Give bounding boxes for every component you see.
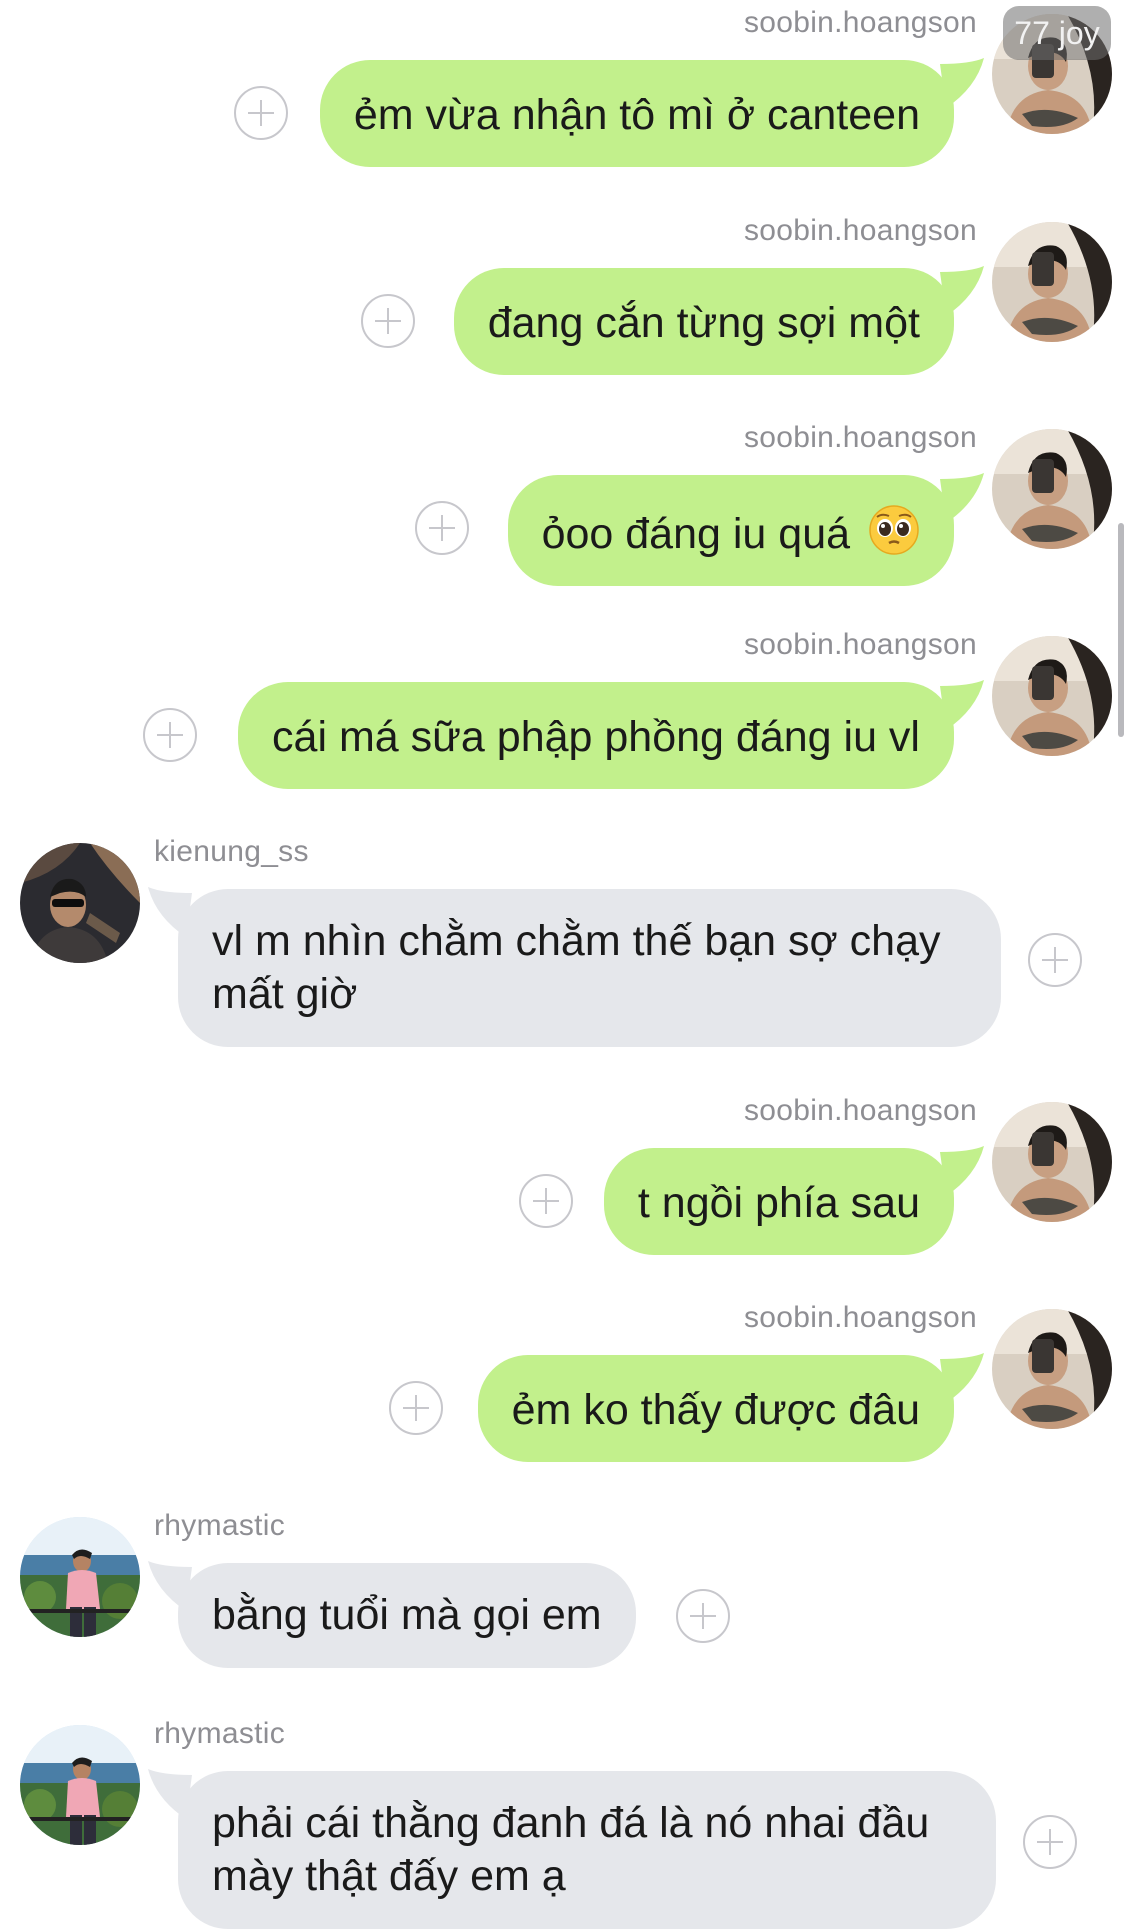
message-row: rhymastic phải cái thằng đanh đá là nó n…	[0, 1717, 1134, 1929]
message-row: soobin.hoangson ỏoo đáng iu quá	[0, 421, 1134, 586]
avatar-photo-icon	[992, 222, 1112, 342]
sender-avatar[interactable]	[992, 222, 1112, 342]
add-reaction-icon[interactable]	[1028, 933, 1082, 987]
message-row: soobin.hoangson cái má sữa phập phồng đá…	[0, 628, 1134, 789]
message-bubble[interactable]: đang cắn từng sợi một	[453, 266, 984, 375]
sender-username[interactable]: soobin.hoangson	[744, 628, 977, 662]
add-reaction-icon[interactable]	[234, 86, 288, 140]
message-text: phải cái thằng đanh đá là nó nhai đầu mà…	[212, 1799, 930, 1900]
bubble-tail-icon	[940, 1146, 984, 1196]
bubble-tail-icon	[940, 1353, 984, 1403]
sender-username[interactable]: soobin.hoangson	[744, 6, 977, 40]
message-bubble[interactable]: bằng tuổi mà gọi em	[148, 1561, 636, 1668]
avatar-photo-icon	[992, 1102, 1112, 1222]
message-bubble[interactable]: phải cái thằng đanh đá là nó nhai đầu mà…	[148, 1769, 996, 1929]
sender-avatar[interactable]	[20, 1517, 140, 1637]
sender-username[interactable]: soobin.hoangson	[744, 421, 977, 455]
top-overlay-badge: 77 joy	[1003, 6, 1111, 60]
add-reaction-icon[interactable]	[389, 1381, 443, 1435]
message-bubble[interactable]: cái má sữa phập phồng đáng iu vl	[238, 680, 984, 789]
sender-avatar[interactable]	[992, 1102, 1112, 1222]
avatar-photo-icon	[20, 1517, 140, 1637]
sender-username[interactable]: kienung_ss	[154, 835, 309, 869]
message-bubble[interactable]: t ngồi phía sau	[603, 1146, 984, 1255]
message-row: soobin.hoangson t ngồi phía sau	[0, 1094, 1134, 1255]
message-bubble[interactable]: ẻm vừa nhận tô mì ở canteen	[319, 58, 984, 167]
add-reaction-icon[interactable]	[1023, 1815, 1077, 1869]
sender-username[interactable]: soobin.hoangson	[744, 1094, 977, 1128]
message-bubble[interactable]: ẻm ko thấy được đâu	[477, 1353, 984, 1462]
sender-avatar[interactable]	[992, 429, 1112, 549]
bubble-tail-icon	[940, 266, 984, 316]
message-text: vl m nhìn chằm chằm thế bạn sợ chạy mất …	[212, 917, 941, 1018]
bubble-tail-icon	[940, 58, 984, 108]
message-text: cái má sữa phập phồng đáng iu vl	[272, 713, 920, 761]
sender-username[interactable]: soobin.hoangson	[744, 1301, 977, 1335]
message-row: soobin.hoangson đang cắn từng sợi một	[0, 214, 1134, 375]
sender-username[interactable]: rhymastic	[154, 1509, 285, 1543]
sender-avatar[interactable]	[992, 636, 1112, 756]
message-bubble[interactable]: vl m nhìn chằm chằm thế bạn sợ chạy mất …	[148, 887, 1001, 1047]
sender-username[interactable]: rhymastic	[154, 1717, 285, 1751]
add-reaction-icon[interactable]	[676, 1589, 730, 1643]
avatar-photo-icon	[992, 636, 1112, 756]
avatar-photo-icon	[992, 429, 1112, 549]
scrollbar[interactable]	[1118, 523, 1124, 737]
add-reaction-icon[interactable]	[361, 294, 415, 348]
sender-avatar[interactable]	[20, 1725, 140, 1845]
message-text: ẻm ko thấy được đâu	[511, 1386, 920, 1434]
add-reaction-icon[interactable]	[415, 501, 469, 555]
message-text: t ngồi phía sau	[637, 1179, 920, 1227]
message-text: đang cắn từng sợi một	[487, 299, 920, 347]
avatar-photo-icon	[20, 843, 140, 963]
message-text: ẻm vừa nhận tô mì ở canteen	[353, 91, 920, 139]
add-reaction-icon[interactable]	[143, 708, 197, 762]
bubble-tail-icon	[148, 1561, 192, 1611]
message-text: bằng tuổi mà gọi em	[212, 1591, 602, 1639]
message-bubble[interactable]: ỏoo đáng iu quá	[507, 473, 984, 586]
sender-avatar[interactable]	[20, 843, 140, 963]
message-row: soobin.hoangson ẻm vừa nhận tô mì ở cant…	[0, 6, 1134, 167]
bubble-tail-icon	[940, 473, 984, 523]
sender-avatar[interactable]	[992, 1309, 1112, 1429]
avatar-photo-icon	[20, 1725, 140, 1845]
chat-thread: soobin.hoangson ẻm vừa nhận tô mì ở cant…	[0, 0, 1134, 1929]
message-text: ỏoo đáng iu quá	[541, 510, 851, 558]
message-row: soobin.hoangson ẻm ko thấy được đâu	[0, 1301, 1134, 1462]
bubble-tail-icon	[148, 1769, 192, 1819]
bubble-tail-icon	[148, 887, 192, 937]
message-row: kienung_ss vl m nhìn chằm chằm thế bạn s…	[0, 835, 1134, 1055]
bubble-tail-icon	[940, 680, 984, 730]
pleading-face-emoji-icon	[869, 505, 919, 555]
add-reaction-icon[interactable]	[519, 1174, 573, 1228]
avatar-photo-icon	[992, 1309, 1112, 1429]
message-row: rhymastic bằng tuổi mà gọi em	[0, 1509, 1134, 1669]
sender-username[interactable]: soobin.hoangson	[744, 214, 977, 248]
